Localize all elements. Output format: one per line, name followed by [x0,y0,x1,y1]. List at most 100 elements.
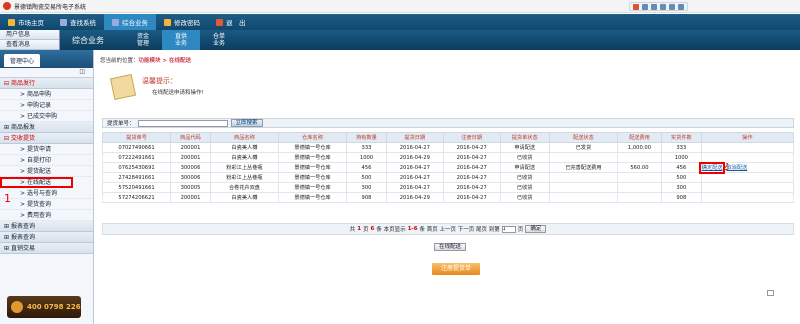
ime-icon[interactable] [678,3,684,10]
table-cell: 2016-04-27 [442,172,501,183]
sidebar: 管理中心 ◫ ⊟ 商品发行 > 商品申购 > 申购记录 > 已成交申购 ⊞ 商品… [0,50,94,324]
sogou-icon[interactable] [633,3,639,10]
table-cell: 2016-04-29 [385,192,444,203]
register-receipt-button[interactable]: 注册提货单 [432,263,480,275]
table-cell: 456 [346,162,387,173]
sidebar-group[interactable]: ⊞ 直销交易 [0,243,93,254]
window-title: 景德镇陶瓷交易所电子系统 [14,3,87,11]
table-row: 07625430691 300006 粉彩江上丛巷瓶 景德镇一号仓库 456 2016-0… [101,162,795,174]
table-cell: 57274206621 [101,192,172,203]
table-cell: 景德镇一号仓库 [277,142,348,153]
ime-toolbar[interactable] [629,2,688,11]
table-cell [548,192,618,203]
top-nav: 市场主页 查找系统 综合业务 修改密码 退 出 [0,14,800,30]
cancel-delivery-link[interactable]: 取消配送 [726,165,747,171]
sidebar-item[interactable]: > 提货申请 [0,144,93,155]
messages-link[interactable]: 查看消息 [0,40,59,50]
sidebar-item[interactable]: > 费用查询 [0,210,93,221]
scroll-corner-icon [767,290,774,296]
table-cell: 申请配送 [499,162,550,173]
pickup-number-input[interactable] [137,119,228,127]
table-row: 57520491661 300005 合卷花卉双盘 景德镇一号仓库 300 2016-04… [101,182,795,193]
table-cell: 2016-04-27 [385,182,444,193]
table-cell [616,182,662,193]
collapse-icon[interactable]: ◫ [0,68,93,78]
ime-icon[interactable] [651,3,657,10]
sidebar-group[interactable]: ⊞ 报表查询 [0,221,93,232]
sidebar-group[interactable]: ⊟ 商品发行 [0,78,93,89]
column-header: 商品名称 [209,132,279,143]
table-cell: 300 [346,182,387,193]
table-cell: 白瓷美人樽 [209,192,279,203]
sidebar-item[interactable]: > 申购记录 [0,100,93,111]
sidebar-item[interactable]: > 提货查询 [0,199,93,210]
tab-funds[interactable]: 资金 管理 [124,30,162,50]
table-cell: 27428491661 [101,172,172,183]
table-cell [616,172,662,183]
table-cell: 景德镇一号仓库 [277,152,348,163]
sidebar-group[interactable]: ⊞ 商品报发 [0,122,93,133]
table-cell: 已发货 [548,142,618,153]
column-header: 仓库名称 [277,132,348,143]
table-cell [700,152,795,163]
sidebar-item-online-delivery[interactable]: > 在线配送 [0,177,73,188]
table-cell [548,182,618,193]
tab-direct[interactable]: 直供 业务 [162,30,200,50]
online-delivery-button[interactable]: 在线配送 [434,243,467,251]
table-cell: 456 [660,162,702,173]
table-cell: 2016-04-27 [442,182,501,193]
sidebar-group[interactable]: ⊟ 交收提货 [0,133,93,144]
column-header: 配送状态 [548,132,618,143]
table-cell: 500 [660,172,702,183]
sidebar-group[interactable]: ⊞ 报表查询 [0,232,93,243]
table-cell: 已完善配送费用 [548,162,618,173]
ime-icon[interactable] [669,3,675,10]
table-cell: 908 [346,192,387,203]
ime-icon[interactable] [642,3,648,10]
table-row: 07222491661 200001 白瓷美人樽 景德镇一号仓库 1000 2016-04… [101,152,795,163]
app-logo-icon [3,2,11,10]
column-header: 提货单状态 [499,132,550,143]
confirm-delivery-link[interactable]: 确定配送 [698,162,726,174]
ime-icon[interactable] [660,3,666,10]
user-info-link[interactable]: 用户信息 [0,30,59,40]
table-cell: 1,000.00 [616,142,662,153]
sidebar-item[interactable]: > 选号与查询 [0,188,93,199]
table-cell: 申请配送 [499,142,550,153]
search-button[interactable]: 立即搜索 [230,119,263,127]
sidebar-item[interactable]: > 商品申购 [0,89,93,100]
column-header: 实货件数 [660,132,702,143]
table-cell: 500 [346,172,387,183]
nav-password[interactable]: 修改密码 [156,14,208,30]
key-icon [164,18,171,26]
table-cell: 07625430691 [101,162,172,173]
table-cell: 300005 [170,182,211,193]
sidebar-item[interactable]: > 已成交申购 [0,111,93,122]
table-cell [700,142,795,153]
table-cell: 粉彩江上丛巷瓶 [209,162,279,173]
table-cell: 200001 [170,192,211,203]
nav-search[interactable]: 查找系统 [52,14,104,30]
table-cell: 确定配送 取消配送 [698,162,795,174]
sub-tabs: 资金 管理 直供 业务 仓单 业务 [124,30,238,50]
business-icon [112,18,119,26]
table-cell [548,152,618,163]
table-cell: 已收货 [499,172,550,183]
table-cell: 200001 [170,142,211,153]
main-content: 您当前的位置：功能模块 > 在线配送 温馨提示： 在线配送申请和操作! 提货单号… [96,50,800,324]
table-cell: 景德镇一号仓库 [277,162,348,173]
table-cell: 景德镇一号仓库 [277,192,348,203]
delivery-table: 提货单号 商品代码 商品名称 仓库名称 持有数量 提货日期 注册日期 提货单状态 配送状态 配送费… [101,132,795,203]
column-header: 提货单号 [101,132,172,143]
nav-home[interactable]: 市场主页 [0,14,52,30]
pagination: 共1页6条 本页显示1-6条 首页 上一页 下一页 尾页 到第 页 确定 [102,223,794,235]
nav-business[interactable]: 综合业务 [104,14,156,30]
sidebar-item[interactable]: > 自提打印 [0,155,93,166]
breadcrumb: 您当前的位置：功能模块 > 在线配送 [100,58,191,64]
tab-warehouse[interactable]: 仓单 业务 [200,30,238,50]
page-number-input[interactable] [501,225,516,233]
page-go-button[interactable]: 确定 [525,225,547,233]
table-cell: 已收货 [499,152,550,163]
sidebar-item[interactable]: > 提货配送 [0,166,93,177]
nav-logout[interactable]: 退 出 [208,14,254,30]
